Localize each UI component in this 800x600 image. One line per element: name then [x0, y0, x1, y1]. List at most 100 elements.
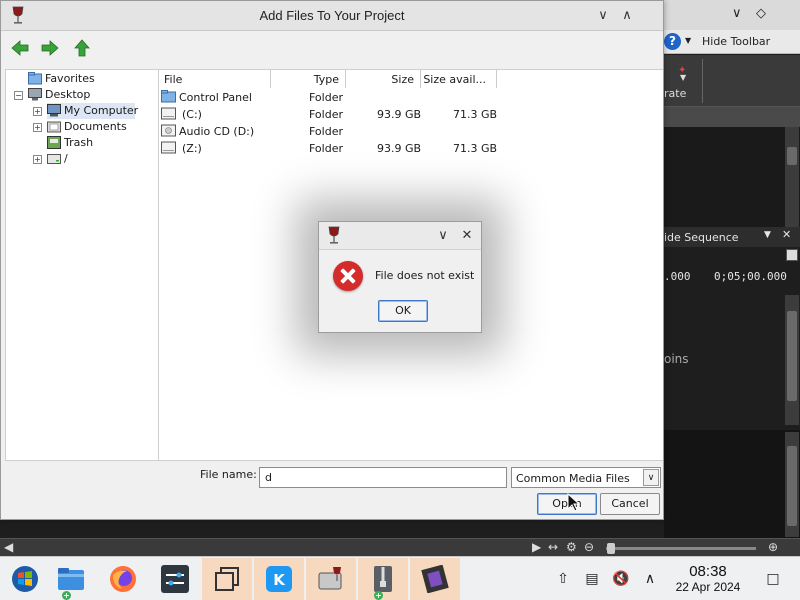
wine-glass-icon: [328, 226, 340, 244]
file-row[interactable]: (C:) Folder 93.9 GB 71.3 GB: [159, 106, 663, 123]
chevron-down-icon[interactable]: ∨: [643, 469, 659, 486]
minimize-button[interactable]: ∨: [593, 6, 613, 26]
plus-badge-icon: +: [62, 591, 71, 600]
clock-time[interactable]: 08:38: [670, 563, 746, 580]
file-row[interactable]: (Z:) Folder 93.9 GB 71.3 GB: [159, 140, 663, 157]
zoom-in-icon[interactable]: ⊕: [768, 540, 778, 554]
expand-icon[interactable]: +: [33, 155, 42, 164]
help-icon[interactable]: ?: [664, 33, 681, 50]
resize-icon[interactable]: [786, 249, 798, 261]
folder-tree[interactable]: Favorites − Desktop + My Computer + Docu…: [5, 69, 159, 461]
file-type: Folder: [309, 142, 343, 155]
clipboard-icon[interactable]: ▤: [583, 570, 601, 588]
file-row[interactable]: Control Panel Folder: [159, 89, 663, 106]
timeline-scrollbar[interactable]: ◀ ▶ ↔ ⚙ ⊖ ⊕: [0, 538, 800, 556]
bg-timeline-area: [664, 430, 800, 540]
message-box-titlebar: ∨ ✕: [319, 222, 481, 250]
chevron-down-icon[interactable]: ∨: [732, 6, 742, 21]
control-panel-icon: [161, 90, 176, 103]
svg-text:K: K: [273, 571, 286, 589]
file-type: Folder: [309, 91, 343, 104]
zoom-out-icon[interactable]: ⊖: [584, 540, 594, 554]
taskbar-archive-manager[interactable]: +: [358, 558, 408, 600]
close-button[interactable]: ✕: [457, 226, 477, 246]
expand-icon[interactable]: +: [33, 123, 42, 132]
tree-item-documents[interactable]: Documents: [47, 119, 147, 135]
file-size-available: 71.3 GB: [453, 142, 498, 155]
start-menu-button[interactable]: [0, 558, 50, 600]
folder-icon: [58, 568, 84, 590]
chevron-down-icon: ▼: [680, 73, 687, 82]
forward-arrow-icon[interactable]: [40, 38, 60, 58]
column-header-type[interactable]: Type: [271, 70, 346, 88]
collapse-icon[interactable]: −: [14, 91, 23, 100]
file-type: Folder: [309, 108, 343, 121]
timeline-ruler: .000 0;05;00.000: [664, 268, 800, 288]
show-desktop-icon[interactable]: □: [764, 570, 782, 588]
tree-item-root[interactable]: /: [47, 151, 147, 167]
cancel-button[interactable]: Cancel: [600, 493, 660, 515]
volume-muted-icon[interactable]: 🔇: [612, 570, 630, 588]
close-icon[interactable]: ✕: [782, 228, 791, 241]
bg-titlebar: ∨ ◇: [664, 0, 800, 30]
taskbar-window-switcher[interactable]: [202, 558, 252, 600]
bins-label: oins: [664, 352, 689, 366]
drive-icon: [161, 107, 176, 120]
sliders-icon: [161, 565, 189, 593]
bg-strip: [664, 107, 800, 127]
film-icon: [421, 565, 449, 593]
column-header-size[interactable]: Size: [346, 70, 421, 88]
taskbar-kde-connect[interactable]: K: [254, 558, 304, 600]
diamond-icon[interactable]: ◇: [756, 6, 766, 21]
trash-icon: [47, 136, 61, 149]
zoom-slider-handle[interactable]: [607, 543, 615, 554]
expand-icon[interactable]: +: [33, 107, 42, 116]
scrollbar[interactable]: [785, 127, 799, 227]
taskbar-system-settings[interactable]: [150, 558, 200, 600]
zoom-slider-track[interactable]: [606, 547, 756, 550]
maximize-button[interactable]: ∧: [617, 6, 637, 26]
taskbar-video-editor[interactable]: [410, 558, 460, 600]
scrollbar[interactable]: [785, 295, 799, 425]
tree-label: Documents: [64, 120, 127, 133]
taskbar-wine-program[interactable]: [306, 558, 356, 600]
file-row[interactable]: Audio CD (D:) Folder: [159, 123, 663, 140]
file-name-label: File name:: [200, 468, 257, 481]
windows-logo-icon: [12, 566, 38, 592]
dialog-titlebar: Add Files To Your Project ∨ ∧: [1, 1, 663, 31]
ok-button[interactable]: OK: [378, 300, 428, 322]
arrow-left-icon[interactable]: ◀: [4, 540, 13, 554]
taskbar-file-manager[interactable]: +: [46, 558, 96, 600]
column-header-size-available[interactable]: Size avail...: [421, 70, 497, 88]
drive-icon: [161, 141, 176, 154]
computer-icon: [47, 104, 61, 117]
firefox-icon: [110, 566, 136, 592]
desktop-icon: [28, 88, 42, 101]
file-name: (C:): [182, 108, 202, 121]
file-type-select[interactable]: Common Media Files ∨: [511, 467, 661, 488]
back-arrow-icon[interactable]: [10, 38, 30, 58]
hide-toolbar-button[interactable]: Hide Toolbar: [702, 35, 770, 48]
chevron-up-icon[interactable]: ∧: [641, 570, 659, 588]
tree-item-desktop[interactable]: Desktop: [28, 87, 148, 103]
tree-item-my-computer[interactable]: My Computer: [47, 103, 138, 119]
taskbar-firefox[interactable]: [98, 558, 148, 600]
chevron-down-icon[interactable]: ▼: [764, 230, 771, 240]
tree-label: Desktop: [45, 88, 91, 101]
update-icon[interactable]: ⇧: [554, 570, 572, 588]
minimize-button[interactable]: ∨: [433, 226, 453, 246]
zoom-settings-icon[interactable]: ⚙: [566, 540, 577, 554]
hide-sequence-tab[interactable]: ide Sequence ▼ ✕: [664, 227, 800, 247]
fit-width-icon[interactable]: ↔: [548, 540, 558, 554]
chevron-down-icon[interactable]: ▼: [685, 36, 691, 45]
scrollbar[interactable]: [785, 432, 799, 537]
tree-item-favorites[interactable]: Favorites: [28, 71, 148, 87]
arrow-right-icon[interactable]: ▶: [532, 540, 541, 554]
file-name-input[interactable]: d: [259, 467, 507, 488]
tree-item-trash[interactable]: Trash: [47, 135, 147, 151]
tree-label: /: [64, 152, 68, 165]
error-message-box: ∨ ✕ File does not exist OK: [318, 221, 482, 333]
up-arrow-icon[interactable]: [72, 38, 92, 58]
column-header-file[interactable]: File: [159, 70, 271, 88]
clock-date[interactable]: 22 Apr 2024: [664, 580, 752, 594]
